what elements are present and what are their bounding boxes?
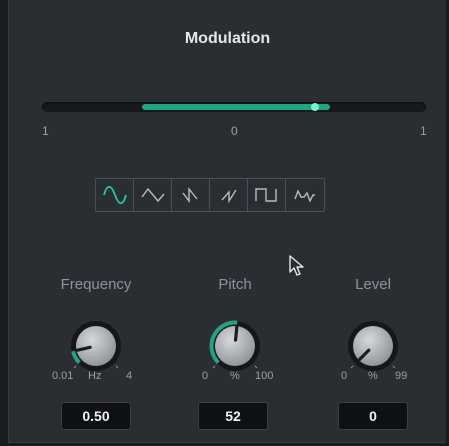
- pitch-label: Pitch: [218, 276, 252, 293]
- frequency-label: Frequency: [60, 276, 132, 293]
- frequency-unit: Hz: [88, 370, 102, 382]
- pitch-control: Pitch 0 % 100: [175, 276, 295, 386]
- knob-min-tick: [212, 365, 216, 369]
- square-wave-icon: [254, 188, 277, 202]
- knob-max-tick: [392, 365, 396, 369]
- slider-max-label: 1: [420, 124, 427, 138]
- knob-min-tick: [73, 365, 77, 369]
- sawtooth-up-wave-icon: [181, 187, 198, 204]
- frequency-value-field[interactable]: 0.50: [61, 402, 131, 430]
- level-control: Level 0 % 99: [313, 276, 433, 386]
- pitch-min: 0: [202, 370, 209, 382]
- waveform-button-random[interactable]: [286, 179, 324, 211]
- modulation-slider[interactable]: [42, 102, 426, 112]
- triangle-wave-icon: [140, 187, 165, 203]
- waveform-button-sawtooth-down[interactable]: [210, 179, 248, 211]
- level-value-field[interactable]: 0: [338, 402, 408, 430]
- slider-fill: [141, 104, 330, 110]
- knob-pointer: [233, 325, 239, 342]
- sine-wave-icon: [102, 185, 127, 205]
- waveform-button-square[interactable]: [248, 179, 286, 211]
- knob-body: [76, 326, 116, 366]
- modulation-panel: Modulation 1 0 1 Frequency 0.01 Hz 4 Pit…: [8, 0, 446, 443]
- waveform-selector: [95, 178, 325, 212]
- slider-mid-label: 0: [231, 124, 238, 138]
- level-max: 99: [395, 370, 408, 382]
- knob-max-tick: [115, 365, 119, 369]
- waveform-button-sine[interactable]: [96, 179, 134, 211]
- mouse-cursor-icon: [289, 255, 304, 276]
- sawtooth-down-wave-icon: [220, 189, 237, 204]
- knob-min-tick: [350, 365, 354, 369]
- waveform-button-sawtooth-up[interactable]: [172, 179, 210, 211]
- knob-max-tick: [254, 365, 258, 369]
- slider-thumb[interactable]: [310, 103, 319, 111]
- level-label: Level: [355, 276, 391, 293]
- random-wave-icon: [294, 189, 315, 203]
- level-unit: %: [368, 370, 378, 382]
- pitch-unit: %: [230, 370, 240, 382]
- frequency-max: 4: [126, 370, 133, 382]
- waveform-button-triangle[interactable]: [134, 179, 172, 211]
- panel-title: Modulation: [184, 30, 271, 47]
- pitch-value-field[interactable]: 52: [198, 402, 268, 430]
- slider-min-label: 1: [42, 124, 49, 138]
- pitch-max: 100: [255, 370, 274, 382]
- frequency-min: 0.01: [52, 370, 74, 382]
- level-min: 0: [341, 370, 348, 382]
- frequency-control: Frequency 0.01 Hz 4: [36, 276, 156, 386]
